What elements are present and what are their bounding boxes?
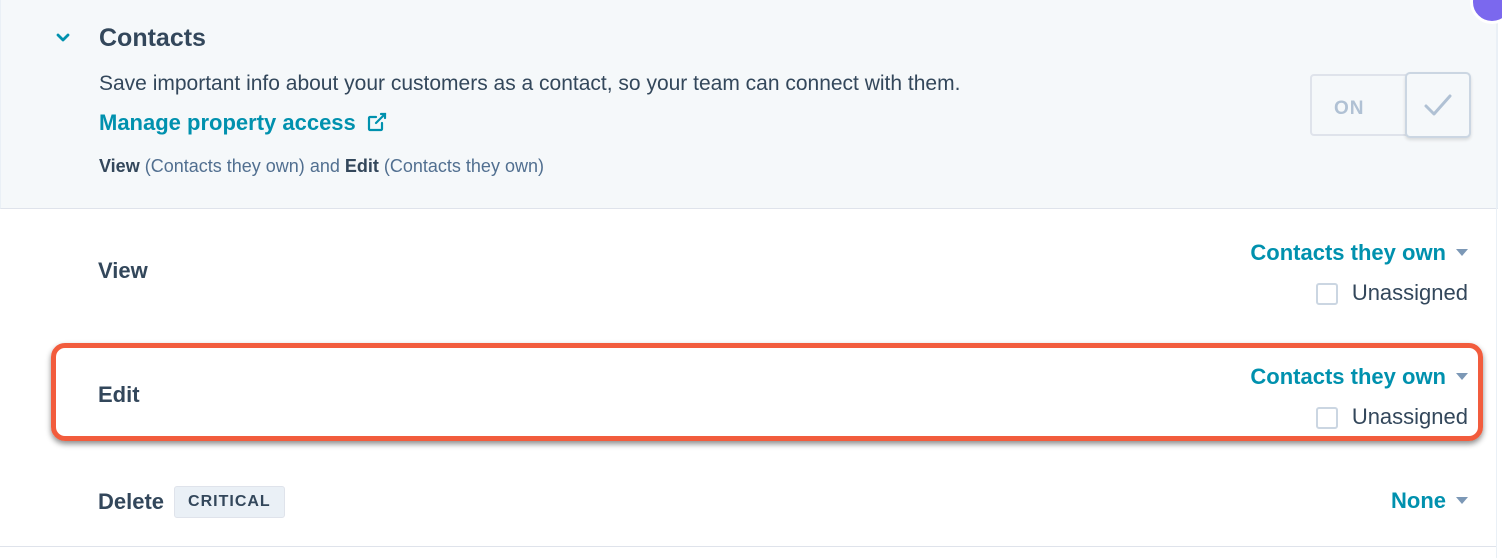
check-icon bbox=[1424, 94, 1452, 116]
delete-label-text: Delete bbox=[98, 489, 165, 514]
contacts-permission-panel: Contacts Save important info about your … bbox=[0, 0, 1502, 558]
edit-permission-label: Edit bbox=[98, 382, 140, 407]
edit-unassigned-label: Unassigned bbox=[1351, 404, 1468, 429]
summary-edit-scope: (Contacts they own) bbox=[383, 156, 544, 176]
section-toggle[interactable]: ON bbox=[1310, 72, 1471, 138]
section-divider bbox=[0, 546, 1496, 547]
section-title: Contacts bbox=[99, 24, 206, 52]
critical-badge: CRITICAL bbox=[174, 486, 285, 518]
section-header: Contacts Save important info about your … bbox=[0, 0, 1498, 209]
summary-and: and bbox=[309, 156, 340, 176]
caret-down-icon bbox=[1456, 497, 1468, 504]
external-link-icon bbox=[366, 111, 388, 133]
toggle-label: ON bbox=[1334, 98, 1365, 119]
view-permission-label: View bbox=[98, 258, 148, 283]
view-unassigned-label: Unassigned bbox=[1351, 280, 1468, 305]
edit-unassigned-option[interactable]: Unassigned bbox=[1315, 404, 1468, 430]
caret-down-icon bbox=[1456, 249, 1468, 256]
summary-edit-label: Edit bbox=[344, 156, 379, 176]
view-unassigned-option[interactable]: Unassigned bbox=[1315, 280, 1468, 306]
manage-link-label: Manage property access bbox=[99, 110, 356, 135]
summary-view-scope: (Contacts they own) bbox=[144, 156, 305, 176]
delete-scope-value: None bbox=[1391, 488, 1446, 513]
view-scope-value: Contacts they own bbox=[1250, 240, 1446, 265]
delete-scope-dropdown[interactable]: None bbox=[1391, 488, 1468, 514]
view-unassigned-checkbox[interactable] bbox=[1315, 283, 1338, 305]
toggle-knob[interactable] bbox=[1405, 72, 1471, 138]
manage-property-access-link[interactable]: Manage property access bbox=[99, 110, 388, 136]
summary-view-label: View bbox=[99, 156, 140, 176]
edit-row-highlight bbox=[51, 343, 1483, 441]
permission-summary: View (Contacts they own) and Edit (Conta… bbox=[99, 156, 544, 177]
caret-down-icon bbox=[1456, 373, 1468, 380]
delete-permission-label: Delete CRITICAL bbox=[98, 486, 285, 518]
section-description: Save important info about your customers… bbox=[99, 72, 961, 95]
edit-scope-value: Contacts they own bbox=[1250, 364, 1446, 389]
chevron-down-icon[interactable] bbox=[55, 30, 71, 46]
panel-border bbox=[1496, 0, 1497, 558]
edit-unassigned-checkbox[interactable] bbox=[1315, 407, 1338, 429]
edit-scope-dropdown[interactable]: Contacts they own bbox=[1250, 364, 1468, 390]
view-scope-dropdown[interactable]: Contacts they own bbox=[1250, 240, 1468, 266]
